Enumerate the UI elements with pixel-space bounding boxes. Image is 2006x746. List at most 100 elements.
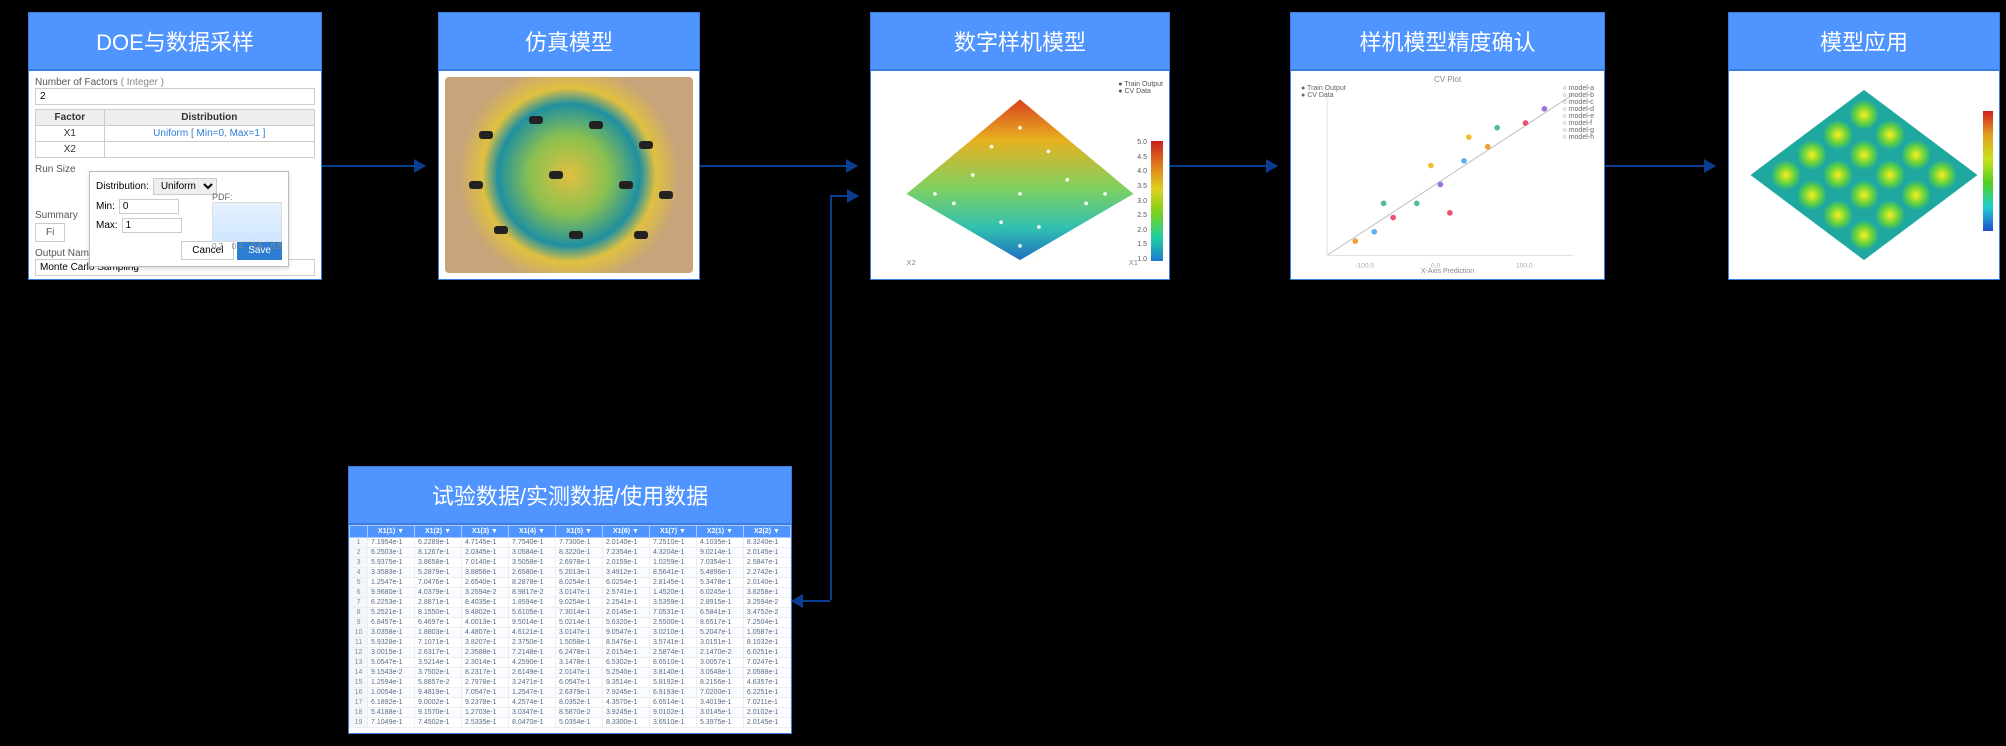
table-cell: 2.5335e-1 xyxy=(462,718,509,728)
table-cell: 7.0247e-1 xyxy=(743,658,790,668)
popup-max-input[interactable] xyxy=(122,218,182,233)
table-cell: 7.4502e-1 xyxy=(415,718,462,728)
table-cell: 9.9680e-1 xyxy=(368,588,415,598)
table-cell: 8.2156e-1 xyxy=(696,678,743,688)
table-cell: 2.3588e-1 xyxy=(462,648,509,658)
table-cell: 8.1267e-1 xyxy=(415,548,462,558)
table-col-header[interactable]: X1(1) ▼ xyxy=(368,526,415,538)
table-cell: 6.2253e-1 xyxy=(368,598,415,608)
table-cell: 7.0140e-1 xyxy=(462,558,509,568)
x2-dist-link[interactable] xyxy=(104,142,314,158)
stage-application: 模型应用 xyxy=(1728,12,2000,280)
table-cell: 2.0140e-1 xyxy=(743,578,790,588)
table-rownum: 8 xyxy=(350,608,368,618)
table-cell: 1.0054e-1 xyxy=(368,688,415,698)
table-row: 103.0358e-11.8803e-14.4807e-14.6121e-13.… xyxy=(350,628,791,638)
pdf-tick: 0.8 xyxy=(271,242,282,251)
table-cell: 5.9375e-1 xyxy=(368,558,415,568)
table-col-header[interactable]: X1(7) ▼ xyxy=(649,526,696,538)
table-row: 176.1892e-19.0002e-19.2378e-14.2574e-18.… xyxy=(350,698,791,708)
num-factors-input[interactable] xyxy=(35,88,315,105)
table-cell: 2.6978e-1 xyxy=(555,558,602,568)
table-col-header[interactable]: X2(1) ▼ xyxy=(696,526,743,538)
table-cell: 8.2317e-1 xyxy=(462,668,509,678)
cv-legend-item: model-h xyxy=(1569,134,1594,141)
table-row: 85.2521e-18.1550e-19.4802e-15.6105e-17.3… xyxy=(350,608,791,618)
surface-colorbar xyxy=(1151,141,1163,261)
table-cell: 4.6121e-1 xyxy=(509,628,556,638)
popup-min-input[interactable] xyxy=(119,199,179,214)
table-cell: 4.7145e-1 xyxy=(462,538,509,548)
table-col-header[interactable]: X1(3) ▼ xyxy=(462,526,509,538)
table-cell: 3.1478e-1 xyxy=(555,658,602,668)
table-cell: 4.0013e-1 xyxy=(462,618,509,628)
table-cell: 3.4912e-1 xyxy=(602,568,649,578)
table-cell: 3.5359e-1 xyxy=(649,598,696,608)
table-cell: 9.0102e-1 xyxy=(649,708,696,718)
table-cell: 2.5874e-1 xyxy=(649,648,696,658)
table-cell: 6.2289e-1 xyxy=(415,538,462,548)
factor-x2: X2 xyxy=(36,142,105,158)
table-row: 96.8457e-16.4697e-14.0013e-19.5014e-15.0… xyxy=(350,618,791,628)
table-cell: 2.8915e-1 xyxy=(696,598,743,608)
table-cell: 3.5741e-1 xyxy=(649,638,696,648)
table-cell: 1.5058e-1 xyxy=(555,638,602,648)
table-col-header[interactable]: X1(6) ▼ xyxy=(602,526,649,538)
table-cell: 2.6149e-1 xyxy=(509,668,556,678)
stage-experimental-data-body: X1(1) ▼X1(2) ▼X1(3) ▼X1(4) ▼X1(5) ▼X1(6)… xyxy=(348,524,792,734)
cv-legend-item: model-d xyxy=(1569,106,1594,113)
table-cell: 7.7540e-1 xyxy=(509,538,556,548)
stage-validation: 样机模型精度确认 CV Plot ● Train Output ● CV Dat… xyxy=(1290,12,1605,280)
table-cell: 3.8856e-1 xyxy=(462,568,509,578)
integer-hint: ( Integer ) xyxy=(121,77,164,88)
arrow-validation-to-application xyxy=(1605,165,1715,167)
table-cell: 6.2503e-1 xyxy=(368,548,415,558)
x1-dist-link[interactable]: Uniform [ Min=0, Max=1 ] xyxy=(104,126,314,142)
table-cell: 6.5302e-1 xyxy=(602,658,649,668)
table-row: 135.0547e-13.5214e-12.3014e-14.2590e-13.… xyxy=(350,658,791,668)
table-cell: 5.3975e-1 xyxy=(696,718,743,728)
table-cell: 3.9245e-1 xyxy=(602,708,649,718)
table-rownum: 10 xyxy=(350,628,368,638)
table-cell: 2.3750e-1 xyxy=(509,638,556,648)
stage-validation-title: 样机模型精度确认 xyxy=(1290,12,1605,70)
table-cell: 7.0476e-1 xyxy=(415,578,462,588)
table-cell: 7.9245e-1 xyxy=(602,688,649,698)
table-cell: 1.8803e-1 xyxy=(415,628,462,638)
cv-legend-item: model-b xyxy=(1569,92,1594,99)
table-cell: 6.9193e-1 xyxy=(649,688,696,698)
popup-dist-select[interactable]: Uniform xyxy=(153,178,217,195)
table-cell: 2.0147e-1 xyxy=(555,668,602,678)
cv-legend-item: CV Data xyxy=(1307,92,1333,99)
table-col-header[interactable]: X1(4) ▼ xyxy=(509,526,556,538)
table-cell: 2.3014e-1 xyxy=(462,658,509,668)
table-cell: 2.0145e-1 xyxy=(743,548,790,558)
table-cell: 3.0548e-1 xyxy=(696,668,743,678)
heatmap-colorbar xyxy=(1983,111,1993,231)
fit-button[interactable]: Fi xyxy=(35,223,65,242)
experimental-data-table: X1(1) ▼X1(2) ▼X1(3) ▼X1(4) ▼X1(5) ▼X1(6)… xyxy=(349,525,791,728)
table-cell: 7.1049e-1 xyxy=(368,718,415,728)
summary-label: Summary xyxy=(35,210,78,221)
table-rownum: 19 xyxy=(350,718,368,728)
table-row: 197.1049e-17.4502e-12.5335e-18.0470e-15.… xyxy=(350,718,791,728)
table-col-header[interactable]: X1(2) ▼ xyxy=(415,526,462,538)
table-cell: 5.6105e-1 xyxy=(509,608,556,618)
table-row: 151.2594e-15.8857e-22.7978e-13.2471e-16.… xyxy=(350,678,791,688)
cv-legend-right: ○ model-a ○ model-b ○ model-c ○ model-d … xyxy=(1563,85,1594,141)
table-cell: 6.8457e-1 xyxy=(368,618,415,628)
num-factors-label: Number of Factors xyxy=(35,77,118,88)
table-cell: 2.8871e-1 xyxy=(415,598,462,608)
cv-title: CV Plot xyxy=(1291,75,1604,84)
table-cell: 5.4896e-1 xyxy=(696,568,743,578)
table-rownum: 15 xyxy=(350,678,368,688)
table-cell: 3.0147e-1 xyxy=(555,588,602,598)
table-cell: 4.6357e-1 xyxy=(743,678,790,688)
table-col-header[interactable]: X2(2) ▼ xyxy=(743,526,790,538)
table-rownum: 1 xyxy=(350,538,368,548)
table-cell: 9.0254e-1 xyxy=(555,598,602,608)
table-col-header[interactable]: X1(5) ▼ xyxy=(555,526,602,538)
table-cell: 2.8145e-1 xyxy=(649,578,696,588)
table-cell: 6.6514e-1 xyxy=(649,698,696,708)
table-row: 123.0015e-12.6317e-12.3588e-17.2148e-16.… xyxy=(350,648,791,658)
